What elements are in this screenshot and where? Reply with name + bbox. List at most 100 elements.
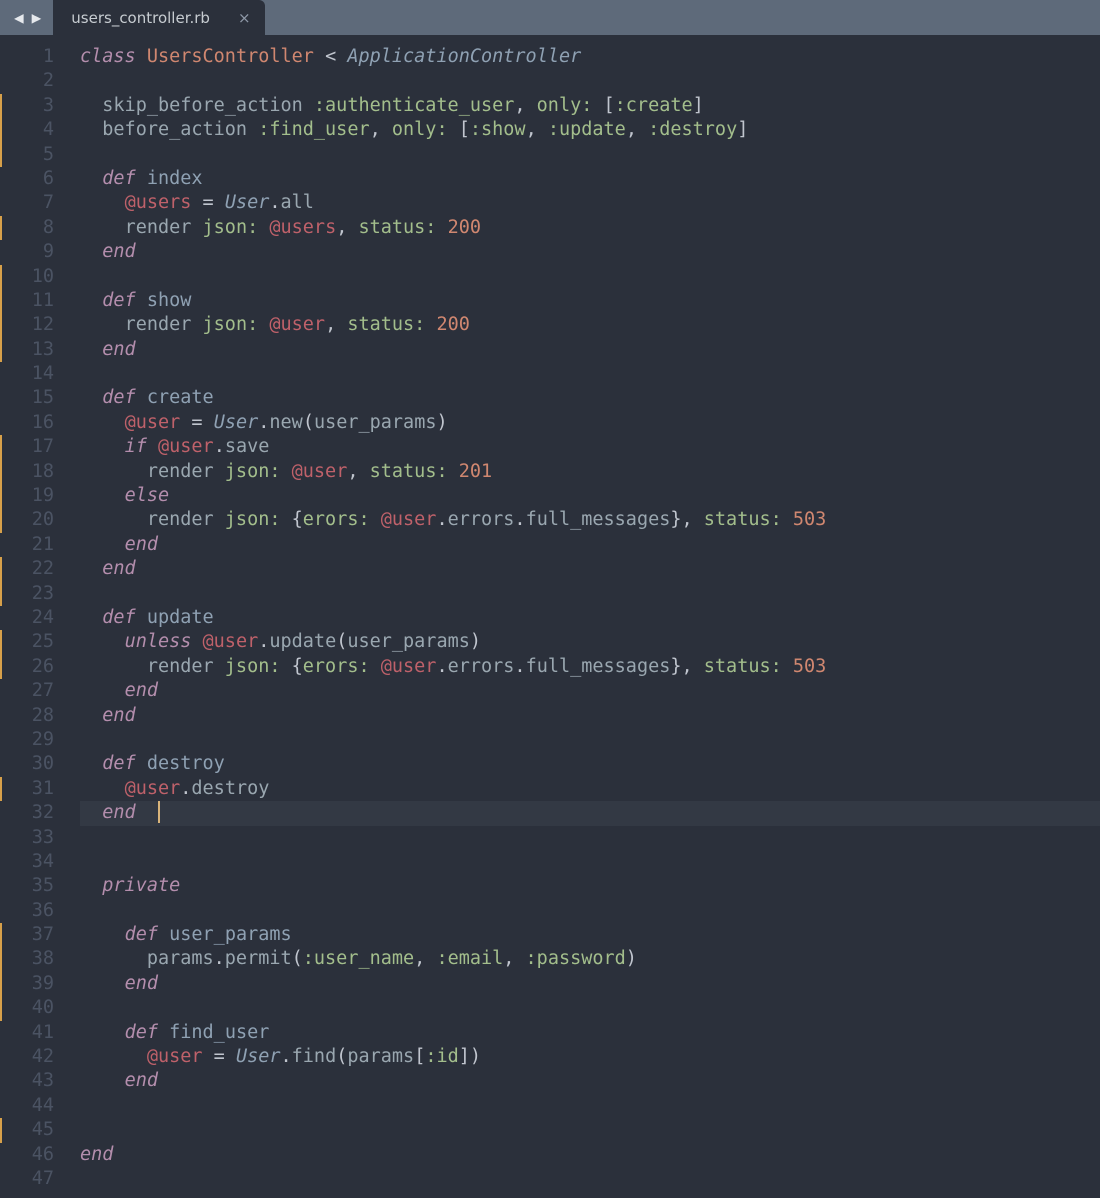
code-line[interactable]: [80, 362, 1100, 386]
code-line[interactable]: skip_before_action :authenticate_user, o…: [80, 94, 1100, 118]
line-number: 17: [0, 435, 54, 459]
code-line[interactable]: [80, 899, 1100, 923]
code-line[interactable]: unless @user.update(user_params): [80, 630, 1100, 654]
line-number: 8: [0, 216, 54, 240]
code-line[interactable]: [80, 826, 1100, 850]
code-line[interactable]: def user_params: [80, 923, 1100, 947]
line-number: 9: [0, 240, 54, 264]
code-line[interactable]: else: [80, 484, 1100, 508]
code-line[interactable]: @user.destroy: [80, 777, 1100, 801]
line-number: 42: [0, 1045, 54, 1069]
code-line[interactable]: if @user.save: [80, 435, 1100, 459]
code-line[interactable]: [80, 1167, 1100, 1191]
line-number: 19: [0, 484, 54, 508]
line-number: 31: [0, 777, 54, 801]
nav-prev-icon[interactable]: ◀: [14, 8, 24, 27]
line-number: 35: [0, 874, 54, 898]
code-line[interactable]: class UsersController < ApplicationContr…: [80, 45, 1100, 69]
code-line[interactable]: [80, 69, 1100, 93]
code-line[interactable]: [80, 850, 1100, 874]
code-area[interactable]: class UsersController < ApplicationContr…: [64, 35, 1100, 1198]
code-line[interactable]: def create: [80, 386, 1100, 410]
line-number: 1: [0, 45, 54, 69]
line-number: 5: [0, 143, 54, 167]
line-number: 40: [0, 996, 54, 1020]
line-number: 11: [0, 289, 54, 313]
line-number: 24: [0, 606, 54, 630]
close-icon[interactable]: ×: [238, 9, 251, 27]
line-number: 16: [0, 411, 54, 435]
editor: 1234567891011121314151617181920212223242…: [0, 35, 1100, 1198]
tab-active[interactable]: users_controller.rb ×: [53, 0, 264, 35]
code-line[interactable]: @user = User.find(params[:id]): [80, 1045, 1100, 1069]
code-line[interactable]: render json: {erors: @user.errors.full_m…: [80, 655, 1100, 679]
line-number: 15: [0, 386, 54, 410]
cursor: [158, 801, 160, 823]
line-number: 14: [0, 362, 54, 386]
code-line[interactable]: [80, 1118, 1100, 1142]
tab-filename: users_controller.rb: [71, 9, 210, 27]
code-line[interactable]: [80, 1094, 1100, 1118]
line-number: 4: [0, 118, 54, 142]
line-number: 33: [0, 826, 54, 850]
code-line[interactable]: end: [80, 972, 1100, 996]
code-line[interactable]: def update: [80, 606, 1100, 630]
line-number: 34: [0, 850, 54, 874]
line-number: 23: [0, 582, 54, 606]
line-number: 36: [0, 899, 54, 923]
line-number: 25: [0, 630, 54, 654]
code-line[interactable]: end: [80, 679, 1100, 703]
code-line[interactable]: render json: @users, status: 200: [80, 216, 1100, 240]
line-number: 3: [0, 94, 54, 118]
code-line[interactable]: @users = User.all: [80, 191, 1100, 215]
line-number: 29: [0, 728, 54, 752]
code-line[interactable]: end: [80, 240, 1100, 264]
line-number: 13: [0, 338, 54, 362]
line-number: 37: [0, 923, 54, 947]
line-number: 18: [0, 460, 54, 484]
line-number: 38: [0, 947, 54, 971]
code-line[interactable]: end: [80, 1069, 1100, 1093]
line-number: 10: [0, 265, 54, 289]
code-line[interactable]: @user = User.new(user_params): [80, 411, 1100, 435]
code-line[interactable]: render json: {erors: @user.errors.full_m…: [80, 508, 1100, 532]
code-line[interactable]: def index: [80, 167, 1100, 191]
code-line[interactable]: [80, 996, 1100, 1020]
code-line[interactable]: render json: @user, status: 201: [80, 460, 1100, 484]
code-line[interactable]: render json: @user, status: 200: [80, 313, 1100, 337]
code-line[interactable]: end: [80, 557, 1100, 581]
line-number: 28: [0, 704, 54, 728]
code-line[interactable]: end: [80, 704, 1100, 728]
gutter: 1234567891011121314151617181920212223242…: [0, 35, 64, 1198]
code-line[interactable]: [80, 143, 1100, 167]
line-number: 27: [0, 679, 54, 703]
line-number: 30: [0, 752, 54, 776]
line-number: 32: [0, 801, 54, 825]
code-line[interactable]: end: [80, 1143, 1100, 1167]
line-number: 21: [0, 533, 54, 557]
code-line[interactable]: end: [80, 801, 1100, 825]
code-line[interactable]: def destroy: [80, 752, 1100, 776]
line-number: 26: [0, 655, 54, 679]
line-number: 39: [0, 972, 54, 996]
line-number: 46: [0, 1143, 54, 1167]
code-line[interactable]: def show: [80, 289, 1100, 313]
code-line[interactable]: end: [80, 533, 1100, 557]
line-number: 44: [0, 1094, 54, 1118]
code-line[interactable]: private: [80, 874, 1100, 898]
nav-next-icon[interactable]: ▶: [32, 8, 42, 27]
line-number: 2: [0, 69, 54, 93]
code-line[interactable]: [80, 582, 1100, 606]
code-line[interactable]: [80, 265, 1100, 289]
line-number: 12: [0, 313, 54, 337]
code-line[interactable]: [80, 728, 1100, 752]
code-line[interactable]: params.permit(:user_name, :email, :passw…: [80, 947, 1100, 971]
line-number: 47: [0, 1167, 54, 1191]
line-number: 41: [0, 1021, 54, 1045]
line-number: 7: [0, 191, 54, 215]
line-number: 20: [0, 508, 54, 532]
code-line[interactable]: before_action :find_user, only: [:show, …: [80, 118, 1100, 142]
line-number: 6: [0, 167, 54, 191]
code-line[interactable]: end: [80, 338, 1100, 362]
code-line[interactable]: def find_user: [80, 1021, 1100, 1045]
